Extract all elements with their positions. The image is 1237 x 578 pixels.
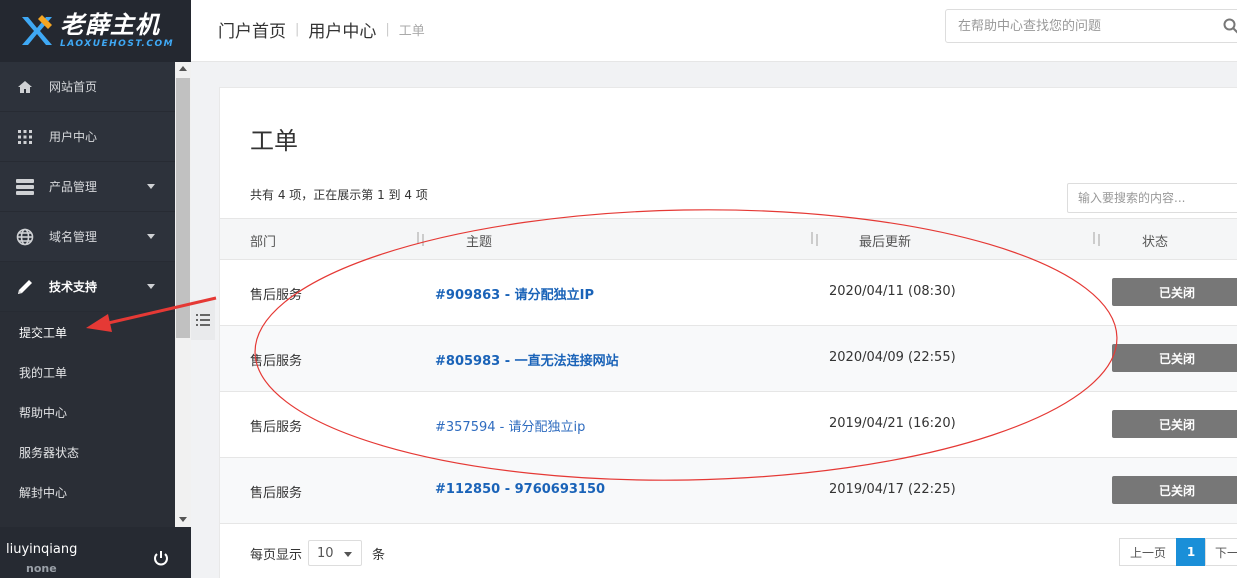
table-row[interactable]: 售后服务 #112850 - 9760693150 2019/04/17 (22… — [220, 458, 1237, 524]
sidebar-subitem-help-center[interactable]: 帮助中心 — [0, 392, 175, 432]
scroll-down-icon[interactable] — [179, 517, 187, 522]
sidebar-subitem-server-status[interactable]: 服务器状态 — [0, 432, 175, 472]
sidebar-subitem-unblock-center[interactable]: 解封中心 — [0, 472, 175, 512]
table-header: 部门 主题 最后更新 状态 — [220, 218, 1237, 260]
power-icon[interactable] — [152, 549, 170, 567]
column-header-status[interactable]: 状态 — [1142, 231, 1168, 250]
status-badge: 已关闭 — [1112, 410, 1237, 438]
row-dept: 售后服务 — [250, 420, 303, 435]
column-header-updated[interactable]: 最后更新 — [859, 231, 911, 250]
chevron-down-icon — [344, 552, 353, 557]
chevron-down-icon — [147, 234, 155, 239]
top-header: 门户首页 | 用户中心 | 工单 — [191, 0, 1237, 62]
table-search-input[interactable] — [1068, 184, 1237, 212]
breadcrumb-user-center[interactable]: 用户中心 — [308, 17, 376, 42]
row-dept: 售后服务 — [250, 486, 303, 501]
per-page-select[interactable]: 10 — [308, 540, 363, 566]
sidebar-item-label: 技术支持 — [49, 280, 98, 294]
row-dept: 售后服务 — [250, 288, 303, 303]
brand-name: 老薛主机 — [60, 11, 160, 39]
help-search-input[interactable] — [946, 10, 1206, 42]
row-subject-link[interactable]: #112850 - 9760693150 — [435, 482, 605, 497]
sidebar-item-home[interactable]: 网站首页 — [0, 62, 175, 112]
list-icon — [196, 311, 210, 330]
sidebar-subitem-my-tickets[interactable]: 我的工单 — [0, 352, 175, 392]
table-row[interactable]: 售后服务 #357594 - 请分配独立ip 2019/04/21 (16:20… — [220, 392, 1237, 458]
per-page-unit: 条 — [372, 547, 386, 563]
sidebar-item-domains[interactable]: 域名管理 — [0, 212, 175, 262]
pencil-icon — [16, 278, 34, 296]
sidebar-item-user-center[interactable]: 用户中心 — [0, 112, 175, 162]
sidebar-subitem-more[interactable] — [0, 512, 175, 527]
sidebar-item-label: 产品管理 — [49, 180, 98, 194]
home-icon — [16, 78, 34, 96]
per-page-value: 10 — [317, 545, 334, 561]
row-updated: 2019/04/17 (22:25) — [829, 482, 956, 497]
pagination: 上一页 1 下一 — [1119, 538, 1237, 566]
status-badge: 已关闭 — [1112, 344, 1237, 372]
sidebar-item-label: 域名管理 — [49, 230, 98, 244]
column-header-dept[interactable]: 部门 — [250, 231, 276, 250]
table-summary: 共有 4 项，正在展示第 1 到 4 项 — [250, 188, 428, 202]
sort-icon[interactable] — [810, 232, 820, 246]
sidebar-subitem-submit-ticket[interactable]: 提交工单 — [0, 312, 175, 352]
sidebar-item-label: 网站首页 — [49, 80, 98, 94]
help-search — [945, 9, 1237, 43]
row-updated: 2020/04/11 (08:30) — [829, 284, 956, 299]
page-title: 工单 — [250, 127, 298, 155]
sidebar-toggle[interactable] — [191, 300, 215, 340]
table-row[interactable]: 售后服务 #909863 - 请分配独立IP 2020/04/11 (08:30… — [220, 260, 1237, 326]
status-badge: 已关闭 — [1112, 278, 1237, 306]
sidebar-scrollbar[interactable] — [175, 62, 191, 527]
breadcrumb-portal-home[interactable]: 门户首页 — [218, 17, 286, 42]
tickets-card: 工单 共有 4 项，正在展示第 1 到 4 项 部门 主题 最后更新 状态 售后… — [219, 87, 1237, 578]
server-icon — [16, 178, 34, 196]
per-page-control: 每页显示 10 条 — [250, 540, 385, 566]
user-panel: liuyinqiang none — [0, 527, 191, 578]
globe-icon — [16, 228, 34, 246]
sort-icon[interactable] — [1092, 232, 1102, 246]
prev-page-button[interactable]: 上一页 — [1119, 538, 1177, 566]
column-header-subject[interactable]: 主题 — [466, 231, 492, 250]
support-submenu: 提交工单 我的工单 帮助中心 服务器状态 解封中心 — [0, 312, 175, 527]
table-row[interactable]: 售后服务 #805983 - 一直无法连接网站 2020/04/09 (22:5… — [220, 326, 1237, 392]
row-updated: 2019/04/21 (16:20) — [829, 416, 956, 431]
table-search — [1067, 183, 1237, 213]
sidebar-item-support[interactable]: 技术支持 — [0, 262, 175, 312]
next-page-button[interactable]: 下一 — [1205, 538, 1237, 566]
sidebar: 老薛主机 LAOXUEHOST.COM 网站首页 用户中心 产品管理 域名管理 … — [0, 0, 191, 578]
sort-icon[interactable] — [416, 232, 426, 246]
scrollbar-thumb[interactable] — [176, 78, 190, 338]
page-button-current[interactable]: 1 — [1176, 538, 1206, 566]
search-icon[interactable] — [1223, 18, 1237, 34]
breadcrumb-separator: | — [385, 22, 390, 37]
chevron-down-icon — [147, 184, 155, 189]
table-footer: 每页显示 10 条 上一页 1 下一 — [220, 524, 1237, 574]
grid-icon — [16, 128, 34, 146]
sidebar-item-label: 用户中心 — [49, 130, 98, 144]
sidebar-nav: 网站首页 用户中心 产品管理 域名管理 技术支持 提交工单 我的工单 帮助中心 … — [0, 62, 175, 527]
status-badge: 已关闭 — [1112, 476, 1237, 504]
brand-domain: LAOXUEHOST.COM — [60, 39, 175, 49]
logo-mark-icon — [18, 11, 56, 51]
row-subject-link[interactable]: #909863 - 请分配独立IP — [435, 284, 594, 303]
sidebar-item-products[interactable]: 产品管理 — [0, 162, 175, 212]
row-subject-link[interactable]: #805983 - 一直无法连接网站 — [435, 350, 619, 369]
breadcrumb-current: 工单 — [398, 24, 425, 39]
row-dept: 售后服务 — [250, 354, 303, 369]
scroll-up-icon[interactable] — [179, 66, 187, 71]
breadcrumb-separator: | — [295, 22, 300, 37]
username: liuyinqiang — [6, 542, 78, 557]
per-page-label: 每页显示 — [250, 547, 303, 563]
chevron-down-icon — [147, 284, 155, 289]
user-status: none — [26, 562, 57, 575]
logo[interactable]: 老薛主机 LAOXUEHOST.COM — [0, 0, 191, 62]
row-subject-link[interactable]: #357594 - 请分配独立ip — [435, 416, 585, 435]
row-updated: 2020/04/09 (22:55) — [829, 350, 956, 365]
breadcrumb: 门户首页 | 用户中心 | 工单 — [218, 17, 425, 42]
